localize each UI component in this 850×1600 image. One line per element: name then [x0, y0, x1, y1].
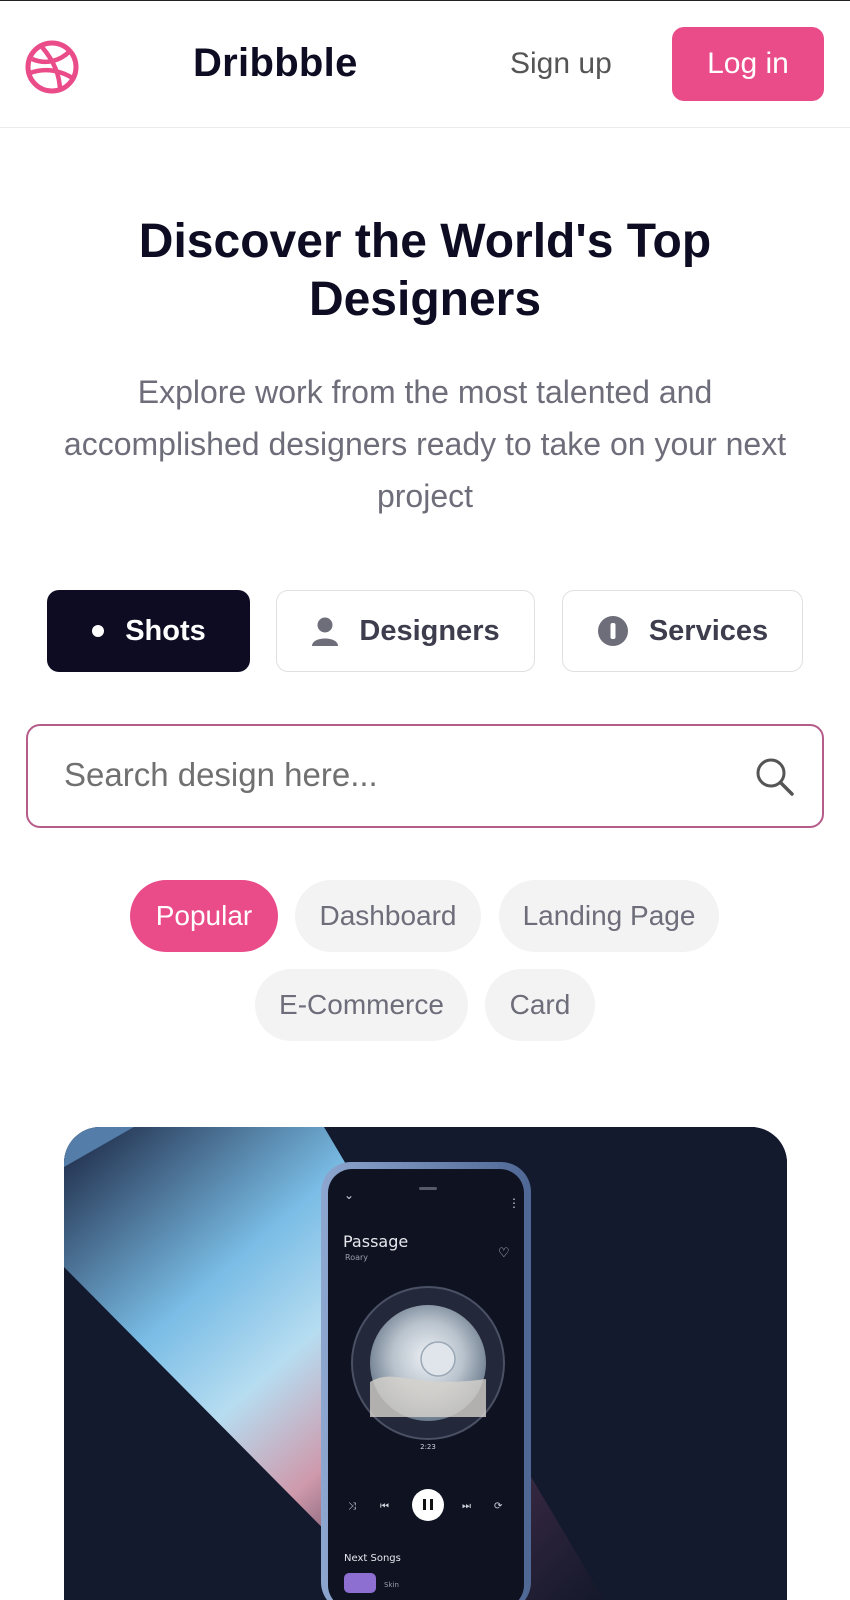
- svg-text:⤨: ⤨: [348, 1501, 356, 1512]
- filter-chip-e-commerce[interactable]: E-Commerce: [255, 969, 468, 1041]
- svg-text:⏭: ⏭: [462, 1501, 471, 1512]
- filter-chip-landing-page[interactable]: Landing Page: [499, 880, 719, 952]
- tab-label: Services: [648, 614, 769, 647]
- dribbble-logo-icon[interactable]: [24, 39, 80, 95]
- svg-text:⏮: ⏮: [380, 1501, 389, 1512]
- subtitle-line: Explore work from the most talented and: [137, 374, 713, 410]
- svg-text:♡: ♡: [498, 1246, 510, 1261]
- next-song-item: Skin: [384, 1581, 399, 1589]
- subtitle-line: accomplished designers ready to take on …: [63, 426, 787, 462]
- title-line: Discover the World's Top: [138, 215, 712, 268]
- svg-text:⋮: ⋮: [508, 1196, 520, 1210]
- person-icon: [312, 617, 339, 646]
- top-nav: Dribbble Sign up Log in: [0, 1, 850, 128]
- subtitle-line: project: [376, 478, 474, 514]
- shot-preview-card[interactable]: ⌄ ⋮ Passage Roary ♡ 2:23 ⤨ ⏮ ⏭ ⟳ Next So…: [64, 1127, 787, 1600]
- page-subtitle: Explore work from the most talented and …: [30, 366, 820, 522]
- shot-image: ⌄ ⋮ Passage Roary ♡ 2:23 ⤨ ⏮ ⏭ ⟳ Next So…: [64, 1127, 787, 1600]
- svg-text:⌄: ⌄: [344, 1188, 354, 1202]
- next-songs-label: Next Songs: [344, 1553, 401, 1564]
- tab-label: Shots: [125, 614, 206, 647]
- tab-designers[interactable]: Designers: [276, 590, 535, 672]
- tab-label: Designers: [359, 614, 500, 647]
- signup-link[interactable]: Sign up: [510, 47, 612, 81]
- dot-icon: [92, 625, 105, 637]
- filter-chip-popular[interactable]: Popular: [130, 880, 278, 952]
- search-icon[interactable]: [754, 756, 796, 798]
- search-box[interactable]: Search design here...: [26, 724, 824, 828]
- title-line: Designers: [308, 273, 542, 326]
- tab-services[interactable]: Services: [562, 590, 803, 672]
- song-title: Passage: [343, 1232, 408, 1251]
- svg-text:⟳: ⟳: [494, 1501, 503, 1512]
- page-title: Discover the World's Top Designers: [60, 213, 790, 329]
- info-icon: [597, 616, 628, 646]
- search-input[interactable]: Search design here...: [64, 756, 378, 794]
- brand-name[interactable]: Dribbble: [193, 41, 358, 86]
- login-button[interactable]: Log in: [672, 27, 824, 101]
- filter-chip-dashboard[interactable]: Dashboard: [295, 880, 481, 952]
- song-time: 2:23: [420, 1443, 436, 1451]
- tab-shots[interactable]: Shots: [47, 590, 250, 672]
- filter-chip-card[interactable]: Card: [485, 969, 595, 1041]
- song-artist: Roary: [345, 1253, 368, 1262]
